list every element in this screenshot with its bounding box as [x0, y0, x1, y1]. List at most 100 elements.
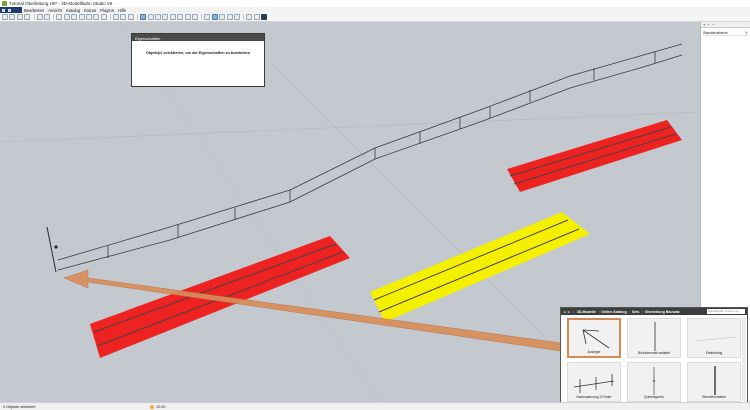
fast-forward-icon[interactable]: [226, 14, 233, 20]
grid-icon[interactable]: [162, 14, 169, 20]
open-folder-icon[interactable]: [9, 14, 16, 20]
catalog-item-ausleger[interactable]: Ausleger: [567, 318, 621, 358]
catalog-search-input[interactable]: Suchbegriff (-Lorem ip): [707, 309, 745, 314]
menu-item-katalog[interactable]: Katalog: [64, 8, 82, 13]
weather-icon[interactable]: [184, 14, 191, 20]
clock[interactable]: 12:00: [150, 404, 166, 409]
breadcrumb-item[interactable]: Oberleitung Bausatz: [645, 310, 680, 314]
menu-item-hilfe[interactable]: Hilfe: [116, 8, 128, 13]
add-layer-icon[interactable]: +: [703, 22, 705, 27]
toolbar-divider: [201, 14, 203, 20]
catalog-panel: ◀ ▶ ⌂ 3D-Modelle › Online-Katalog › Sets…: [560, 307, 748, 403]
app-logo-icon: [2, 1, 7, 6]
catalog-grid: Ausleger Brückenmast variabel Fahrleitun…: [567, 318, 741, 402]
fahrleitung-icon: [695, 336, 737, 342]
home-icon[interactable]: ⌂: [573, 310, 575, 314]
catalog-scrollbar[interactable]: [742, 317, 746, 401]
rail: [513, 133, 677, 185]
delete-icon[interactable]: [78, 14, 85, 20]
streckenmast-icon: [714, 366, 716, 395]
catalog-item-quertragwerk[interactable]: Quertragwerk: [627, 362, 681, 402]
remove-layer-icon[interactable]: −: [707, 22, 709, 27]
layer-row[interactable]: Standardebene ✎: [703, 30, 748, 36]
breadcrumb-item[interactable]: 3D-Modelle: [577, 310, 596, 314]
layer-name: Standardebene: [703, 30, 728, 35]
cut-icon[interactable]: [56, 14, 63, 20]
ungroup-icon[interactable]: [100, 14, 107, 20]
menu-item-ansicht[interactable]: Ansicht: [46, 8, 64, 13]
duplicate-icon[interactable]: [85, 14, 92, 20]
mast-joint-icon: [54, 245, 58, 249]
window-title: Tutorial Oberleitung H0* - 3D-Modellbahn…: [9, 1, 113, 6]
back-icon[interactable]: ◀: [563, 310, 566, 314]
measure-icon[interactable]: [113, 14, 120, 20]
toolbar-divider: [53, 14, 55, 20]
home-icon: [2, 8, 5, 12]
skip-back-icon[interactable]: [204, 14, 211, 20]
guide-line: [0, 111, 700, 143]
snap-icon[interactable]: [169, 14, 176, 20]
driver-icon[interactable]: [246, 14, 253, 20]
chevron-right-icon: ›: [628, 309, 630, 314]
catalog-item-fahrleitung[interactable]: Fahrleitung: [687, 318, 741, 358]
play-icon[interactable]: [211, 14, 218, 20]
view-3d-icon[interactable]: [147, 14, 154, 20]
catalog-item-streckenmasten[interactable]: Streckenmasten: [687, 362, 741, 402]
rail: [378, 228, 580, 313]
copy-icon[interactable]: [63, 14, 70, 20]
group-icon[interactable]: [93, 14, 100, 20]
paste-icon[interactable]: [71, 14, 78, 20]
sun-icon: [150, 404, 154, 409]
catalog-item-nachspannung[interactable]: Nachspannung 3 Felder: [567, 362, 621, 402]
rail: [373, 219, 569, 301]
settings-icon[interactable]: [177, 14, 184, 20]
track-red-right[interactable]: [507, 120, 682, 192]
more-icon[interactable]: ···: [712, 22, 716, 27]
hand-tool-icon[interactable]: [24, 14, 31, 20]
menu-item-bearbeiten[interactable]: Bearbeiten: [22, 8, 46, 13]
edit-layer-icon[interactable]: ✎: [745, 31, 748, 35]
properties-header: Eigenschaften: [132, 34, 264, 41]
main-toolbar: [0, 13, 750, 22]
properties-panel: Eigenschaften Objekt(e) selektieren, um …: [131, 33, 265, 87]
status-bar: 0 Objekte selektiert 12:00: [0, 402, 750, 410]
properties-message: Objekt(e) selektieren, um die Eigenschaf…: [145, 51, 251, 55]
selection-status: 0 Objekte selektiert: [3, 404, 36, 409]
fullscreen-icon[interactable]: [261, 14, 268, 20]
catalog-breadcrumb: ◀ ▶ ⌂ 3D-Modelle › Online-Katalog › Sets…: [561, 308, 747, 315]
forward-icon[interactable]: ▶: [568, 310, 571, 314]
new-file-icon[interactable]: [2, 14, 8, 20]
save-icon[interactable]: [16, 14, 23, 20]
edit-icon: [8, 8, 11, 12]
breadcrumb-item[interactable]: Sets: [632, 310, 640, 314]
zoom-icon[interactable]: [253, 14, 260, 20]
toolbar-divider: [243, 14, 245, 20]
toolbar-divider: [110, 14, 112, 20]
nachspannung-icon: [573, 374, 615, 393]
camera-icon[interactable]: [120, 14, 127, 20]
clock-time: 12:00: [156, 404, 166, 409]
toolbar-divider: [33, 14, 35, 20]
chevron-right-icon: ›: [641, 309, 643, 314]
title-bar: Tutorial Oberleitung H0* - 3D-Modellbahn…: [0, 0, 750, 7]
eye-icon[interactable]: [127, 14, 134, 20]
speed-x2-icon[interactable]: [219, 14, 226, 20]
undo-icon[interactable]: [36, 14, 43, 20]
light-icon[interactable]: [191, 14, 198, 20]
quertragwerk-icon: [652, 367, 656, 395]
track-yellow[interactable]: [370, 212, 590, 322]
ausleger-icon: [582, 329, 610, 349]
layers-toolbar: + − ···: [701, 22, 750, 28]
menu-item-plugins[interactable]: Plugins: [98, 8, 116, 13]
mast[interactable]: [46, 226, 57, 273]
skip-forward-icon[interactable]: [233, 14, 240, 20]
view-2d-icon[interactable]: [140, 14, 147, 20]
mast-variable-icon: [654, 322, 656, 351]
breadcrumb-item[interactable]: Online-Katalog: [601, 310, 627, 314]
catalog-item-brueckenmast[interactable]: Brückenmast variabel: [627, 318, 681, 358]
menu-item-extras[interactable]: Extras: [82, 8, 98, 13]
redo-icon[interactable]: [43, 14, 50, 20]
chevron-right-icon: ›: [597, 309, 600, 314]
lock-icon[interactable]: [155, 14, 162, 20]
toolbar-divider: [137, 14, 139, 20]
